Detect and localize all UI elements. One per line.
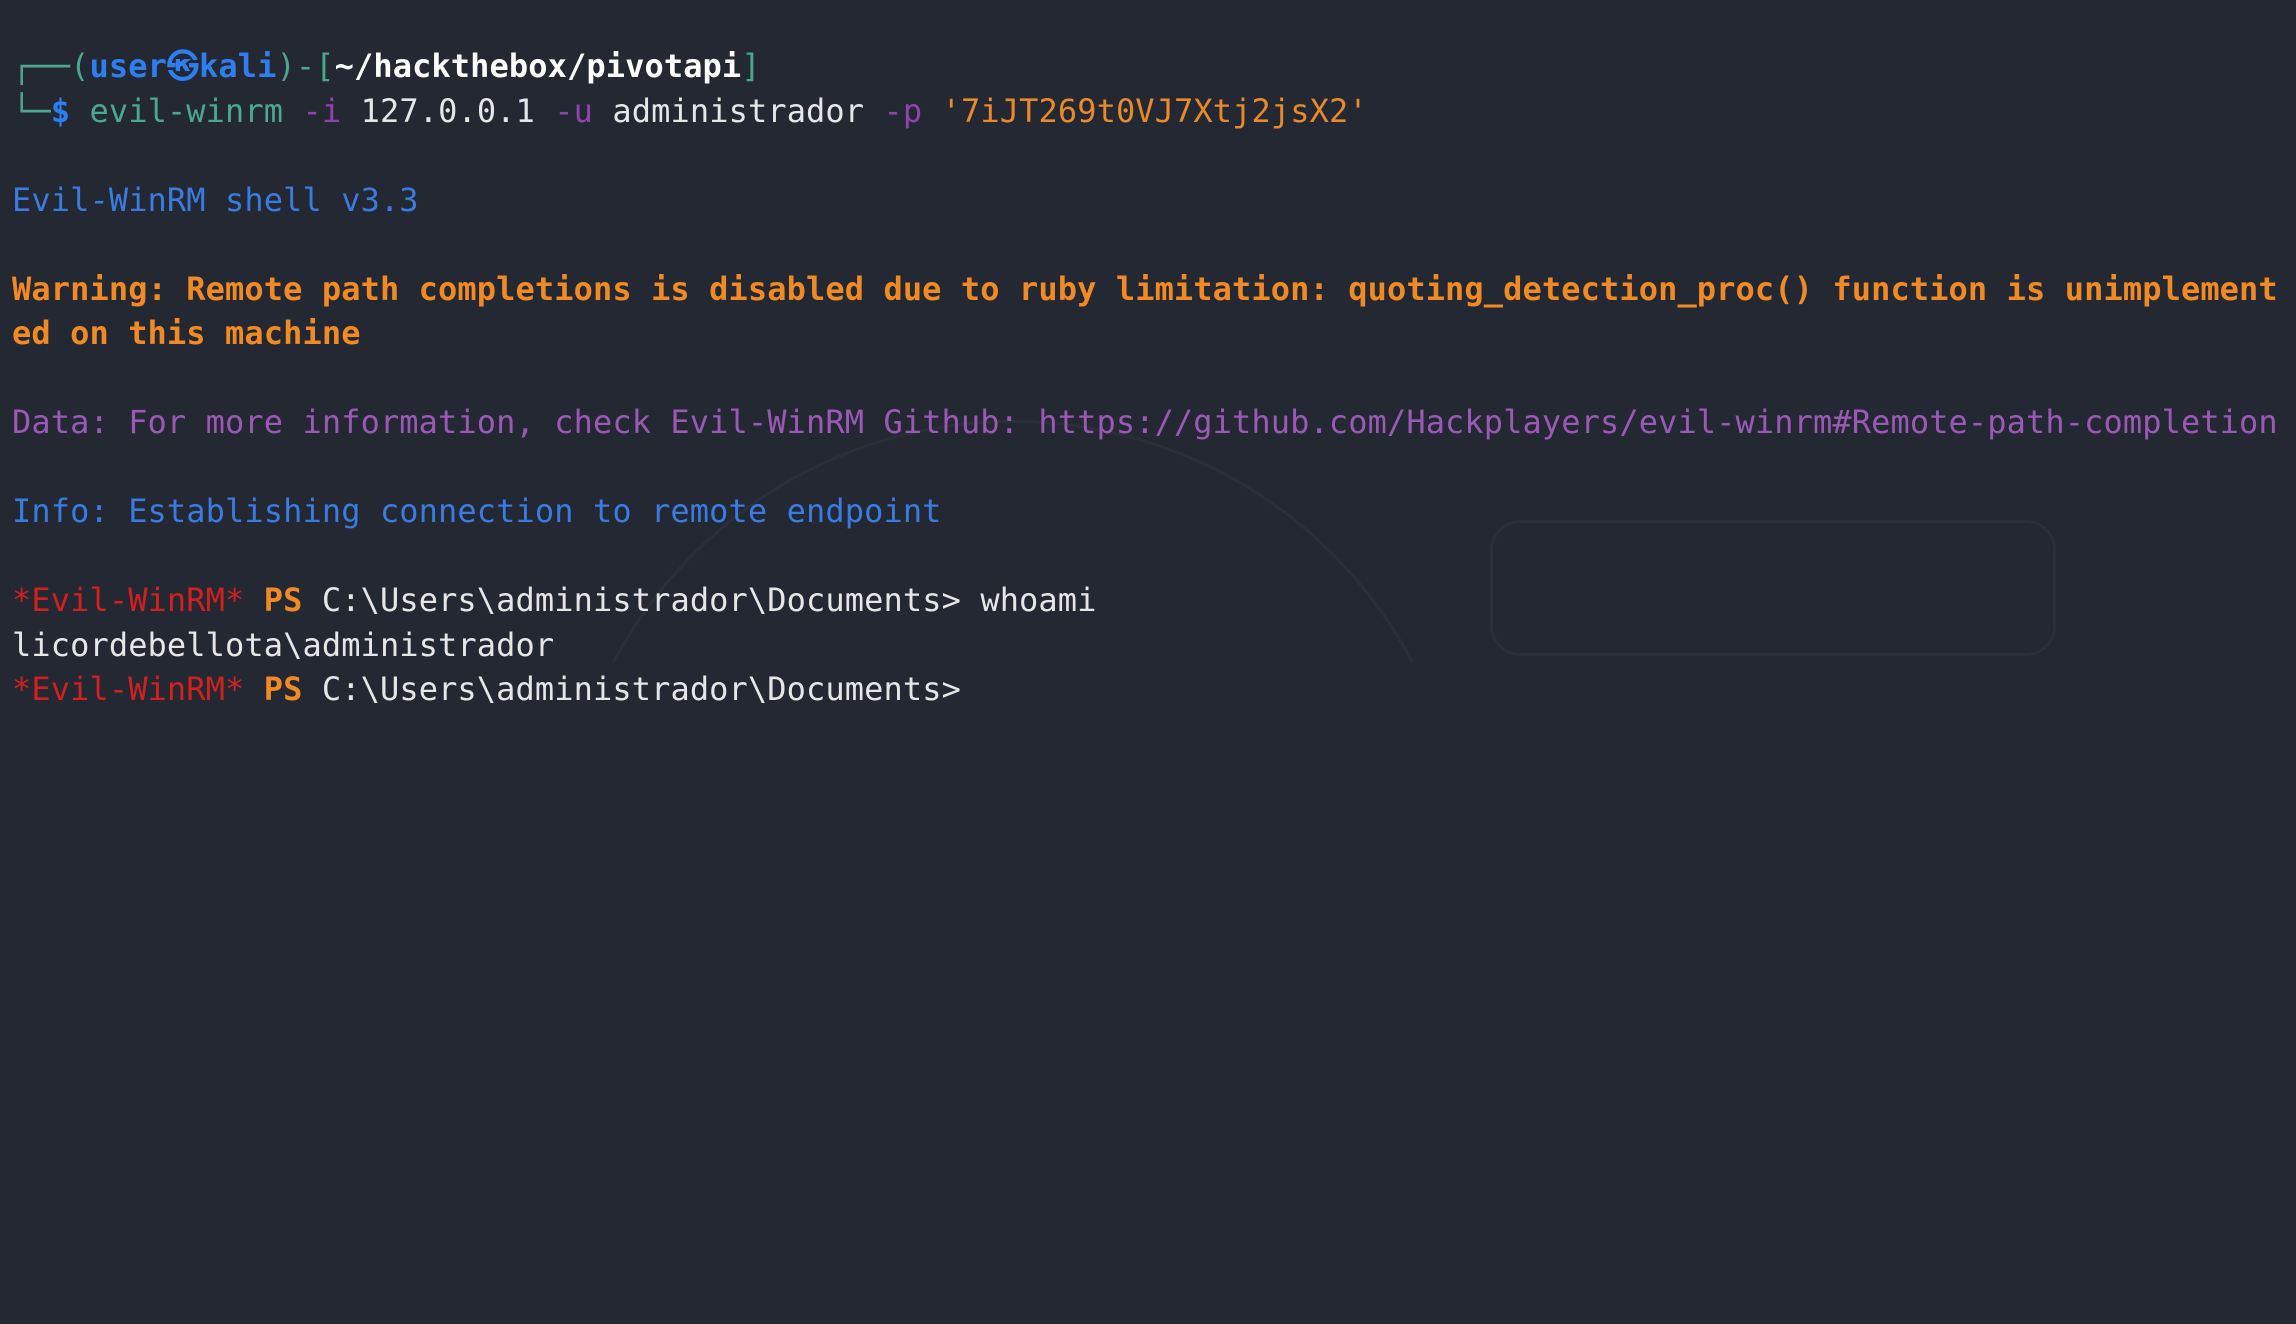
ps-prompt-line-current[interactable]: *Evil-WinRM* PS C:\Users\administrador\D… <box>12 667 2284 712</box>
ps-prompt-line: *Evil-WinRM* PS C:\Users\administrador\D… <box>12 578 2284 623</box>
typed-command: whoami <box>980 581 1097 619</box>
warning-line: Warning: Remote path completions is disa… <box>12 269 2278 353</box>
banner-line: Evil-WinRM shell v3.3 <box>12 180 419 219</box>
data-line: Data: For more information, check Evil-W… <box>12 403 2278 441</box>
flag: -i <box>302 91 342 130</box>
prompt-dollar: $ <box>50 91 71 130</box>
prompt-frame: └─ <box>12 91 51 130</box>
prompt-frame: ] <box>741 47 761 85</box>
prompt-frame: ┌──( <box>12 47 90 85</box>
ps-tag: *Evil-WinRM* <box>12 670 245 708</box>
prompt-line: ┌──(user㉿kali)-[~/hackthebox/pivotapi] <box>12 44 2284 89</box>
ps-path: C:\Users\administrador\Documents> <box>321 581 961 619</box>
info-line: Info: Establishing connection to remote … <box>12 492 942 530</box>
password-arg: '7iJT269t0VJ7Xtj2jsX2' <box>941 91 1368 130</box>
flag: -u <box>554 91 594 130</box>
ps-label: PS <box>263 670 303 708</box>
result-line: licordebellota\administrador <box>12 625 555 664</box>
command: evil-winrm <box>89 91 284 130</box>
ps-path: C:\Users\administrador\Documents> <box>321 670 961 708</box>
prompt-user: user㉿kali <box>89 47 277 85</box>
command-line: └─$ evil-winrm -i 127.0.0.1 -u administr… <box>12 89 2284 134</box>
terminal-output: ┌──(user㉿kali)-[~/hackthebox/pivotapi] └… <box>0 0 2296 722</box>
ps-label: PS <box>263 581 303 619</box>
prompt-frame: )-[ <box>276 47 335 85</box>
ps-tag: *Evil-WinRM* <box>12 581 245 619</box>
arg: 127.0.0.1 <box>360 91 535 130</box>
prompt-path: ~/hackthebox/pivotapi <box>334 47 742 85</box>
arg: administrador <box>612 91 865 130</box>
flag: -p <box>883 91 923 130</box>
